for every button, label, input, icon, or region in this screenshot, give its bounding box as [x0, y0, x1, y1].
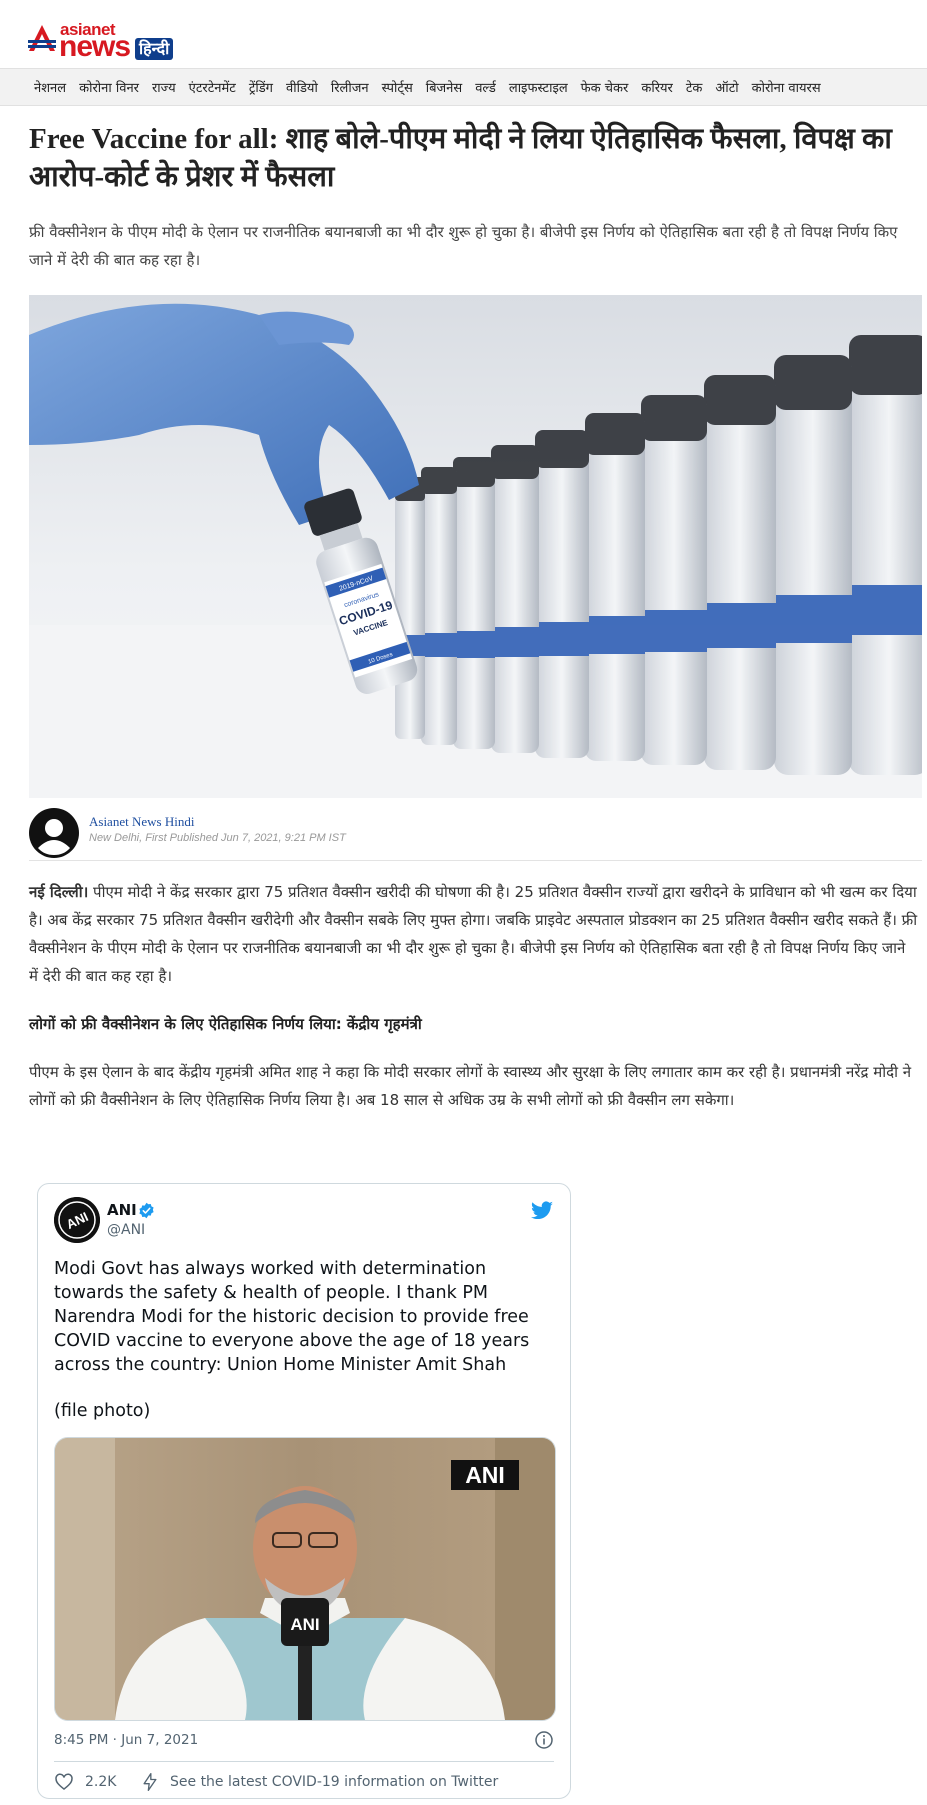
- nav-item[interactable]: कोरोना विनर: [79, 78, 139, 96]
- logo-a-mark-icon: [28, 25, 56, 51]
- author-name[interactable]: Asianet News Hindi: [89, 814, 194, 830]
- nav-item[interactable]: वर्ल्ड: [475, 78, 496, 96]
- nav-item[interactable]: बिजनेस: [426, 78, 462, 96]
- publish-meta: New Delhi, First Published Jun 7, 2021, …: [89, 832, 346, 844]
- article-paragraph-2: पीएम के इस ऐलान के बाद केंद्रीय गृहमंत्र…: [29, 1063, 912, 1109]
- nav-item[interactable]: स्पोर्ट्स: [382, 78, 413, 96]
- nav-item[interactable]: ट्रेंडिंग: [249, 78, 273, 96]
- heart-icon[interactable]: [54, 1772, 74, 1792]
- nav-item[interactable]: लाइफस्टाइल: [509, 78, 568, 96]
- nav-item[interactable]: नेशनल: [34, 78, 66, 96]
- covid-info-link[interactable]: See the latest COVID-19 information on T…: [170, 1774, 498, 1790]
- media-watermark: ANI: [465, 1462, 505, 1488]
- twitter-bird-icon[interactable]: [530, 1199, 554, 1223]
- nav-item[interactable]: फेक चेकर: [581, 78, 629, 96]
- info-icon[interactable]: [534, 1730, 554, 1750]
- embedded-tweet[interactable]: ANI ANI @ANI Modi Govt has always worked…: [37, 1183, 571, 1799]
- logo-hindi-badge: हिन्दी: [135, 38, 174, 60]
- tweet-author-name[interactable]: ANI: [107, 1201, 137, 1219]
- site-logo[interactable]: asianet news हिन्दी: [28, 18, 188, 62]
- tweet-media-image[interactable]: ANI ANI: [54, 1437, 556, 1721]
- nav-item[interactable]: करियर: [641, 78, 673, 96]
- tweet-handle[interactable]: @ANI: [107, 1222, 145, 1238]
- author-avatar-icon: [29, 808, 79, 858]
- tweet-avatar[interactable]: ANI: [54, 1197, 100, 1243]
- hero-image: 2019-nCoV coronavirus COVID-19 VACCINE 1…: [29, 295, 922, 798]
- logo-news-text: news: [59, 30, 131, 63]
- dateline: नई दिल्ली।: [29, 883, 89, 901]
- tweet-file-note: (file photo): [54, 1401, 151, 1421]
- article-paragraph-1: नई दिल्ली। पीएम मोदी ने केंद्र सरकार द्व…: [29, 878, 919, 990]
- like-count[interactable]: 2.2K: [85, 1774, 116, 1790]
- verified-badge-icon: [139, 1202, 154, 1219]
- article-summary: फ्री वैक्सीनेशन के पीएम मोदी के ऐलान पर …: [29, 223, 898, 269]
- nav-item[interactable]: राज्य: [152, 78, 176, 96]
- nav-item[interactable]: कोरोना वायरस: [752, 78, 821, 96]
- article-subheading: लोगों को फ्री वैक्सीनेशन के लिए ऐतिहासिक…: [29, 1015, 422, 1033]
- nav-item[interactable]: ऑटो: [715, 78, 738, 96]
- paragraph-1-text: पीएम मोदी ने केंद्र सरकार द्वारा 75 प्रत…: [29, 883, 918, 985]
- mic-ani-text: ANI: [290, 1615, 319, 1634]
- nav-item[interactable]: रिलीजन: [331, 78, 369, 96]
- author-byline: Asianet News Hindi New Delhi, First Publ…: [29, 806, 922, 861]
- main-nav: नेशनल कोरोना विनर राज्य एंटरटेनमेंट ट्रेंडिं…: [0, 68, 927, 106]
- article-headline: Free Vaccine for all: शाह बोले-पीएम मोदी…: [29, 123, 892, 193]
- tweet-text: Modi Govt has always worked with determi…: [54, 1259, 530, 1375]
- nav-item[interactable]: टेक: [686, 78, 703, 96]
- tweet-timestamp[interactable]: 8:45 PM · Jun 7, 2021: [54, 1732, 198, 1748]
- nav-item[interactable]: एंटरटेनमेंट: [189, 78, 236, 96]
- tweet-divider: [54, 1761, 554, 1762]
- lightning-bolt-icon: [143, 1773, 157, 1791]
- nav-item[interactable]: वीडियो: [286, 78, 318, 96]
